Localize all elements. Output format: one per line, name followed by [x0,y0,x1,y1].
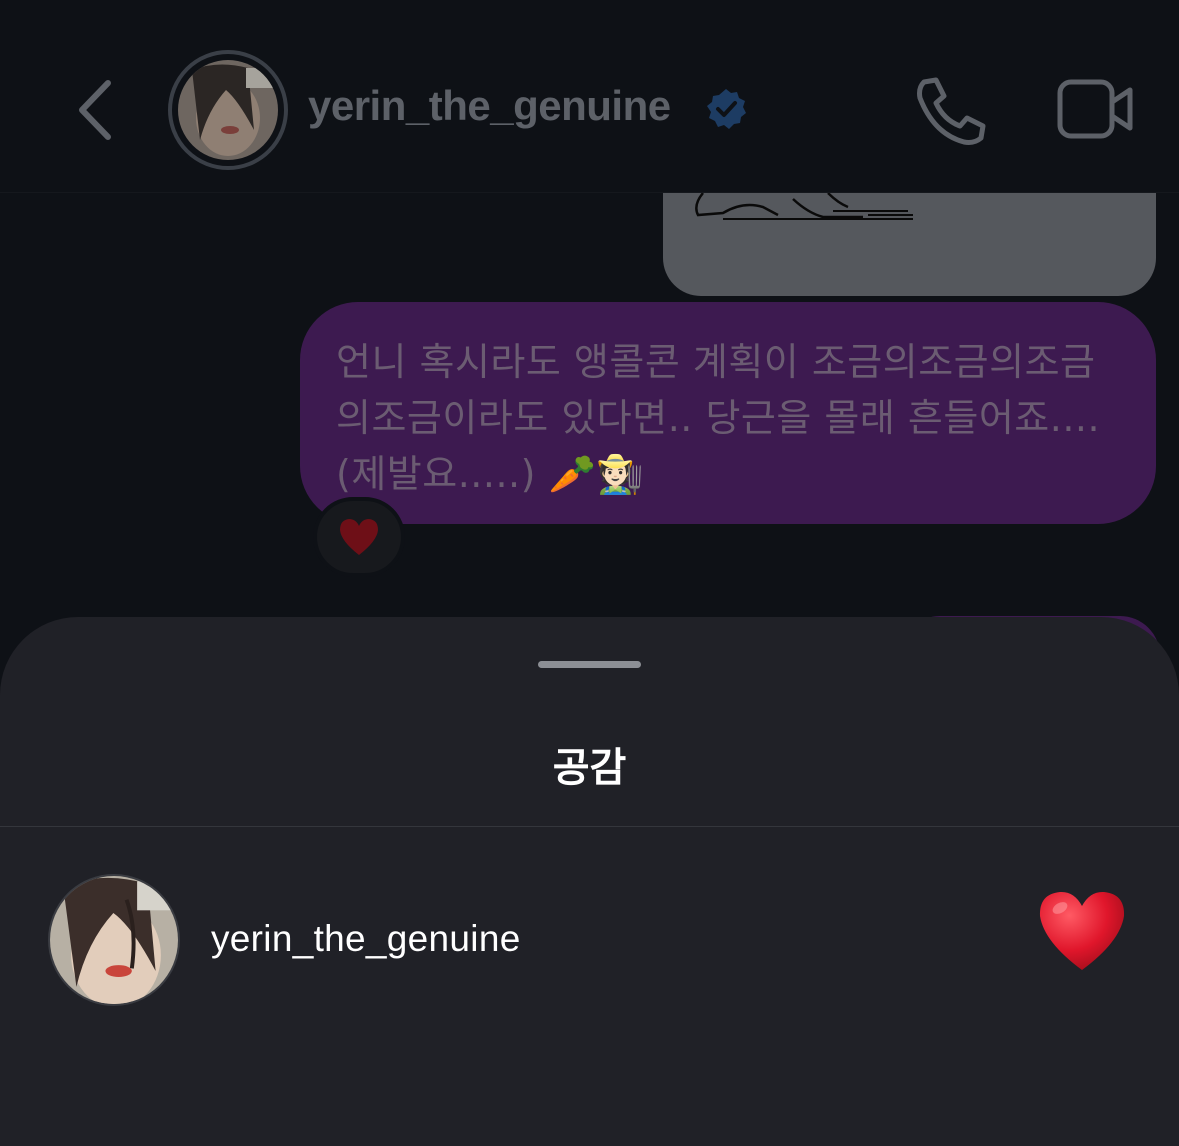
heart-icon [1039,891,1125,970]
video-call-button[interactable] [1056,76,1136,142]
reactor-row[interactable]: yerin_the_genuine [0,872,1179,1008]
profile-photo [50,876,178,1004]
sketch-image [695,193,913,220]
back-button[interactable] [70,75,126,145]
chevron-left-icon [79,80,111,140]
outgoing-text-message[interactable]: 언니 혹시라도 앵콜콘 계획이 조금의조금의조금 의조금이라도 있다면.. 당근… [300,302,1156,524]
video-camera-icon [1057,79,1133,139]
sheet-grabber[interactable] [538,661,641,668]
chat-header: yerin_the_genuine [0,0,1179,193]
heart-icon [340,519,378,555]
phone-icon [917,77,986,145]
message-line-3: (제발요.....) 🥕🧑🏻‍🌾 [336,452,645,496]
voice-call-button[interactable] [914,76,988,146]
verified-badge-icon [707,89,746,129]
avatar[interactable] [48,874,180,1006]
sheet-divider [0,826,1179,827]
image-message[interactable] [663,193,1156,296]
reactor-username[interactable]: yerin_the_genuine [211,918,521,960]
header-avatar[interactable] [168,50,288,170]
profile-photo [178,60,278,160]
message-line-1: 언니 혹시라도 앵콜콘 계획이 조금의조금의조금 [336,340,1096,384]
sheet-title: 공감 [552,745,627,791]
message-reaction[interactable] [313,497,405,577]
reactions-sheet: 공감 yerin_the_genuine [0,617,1179,1146]
screen: yerin_the_genuine 언니 혹시라도 앵콜콘 계획이 조금의조금의… [0,0,1179,1146]
header-username[interactable]: yerin_the_genuine [308,82,671,130]
message-line-2: 의조금이라도 있다면.. 당근을 몰래 흔들어죠.... [336,396,1101,440]
